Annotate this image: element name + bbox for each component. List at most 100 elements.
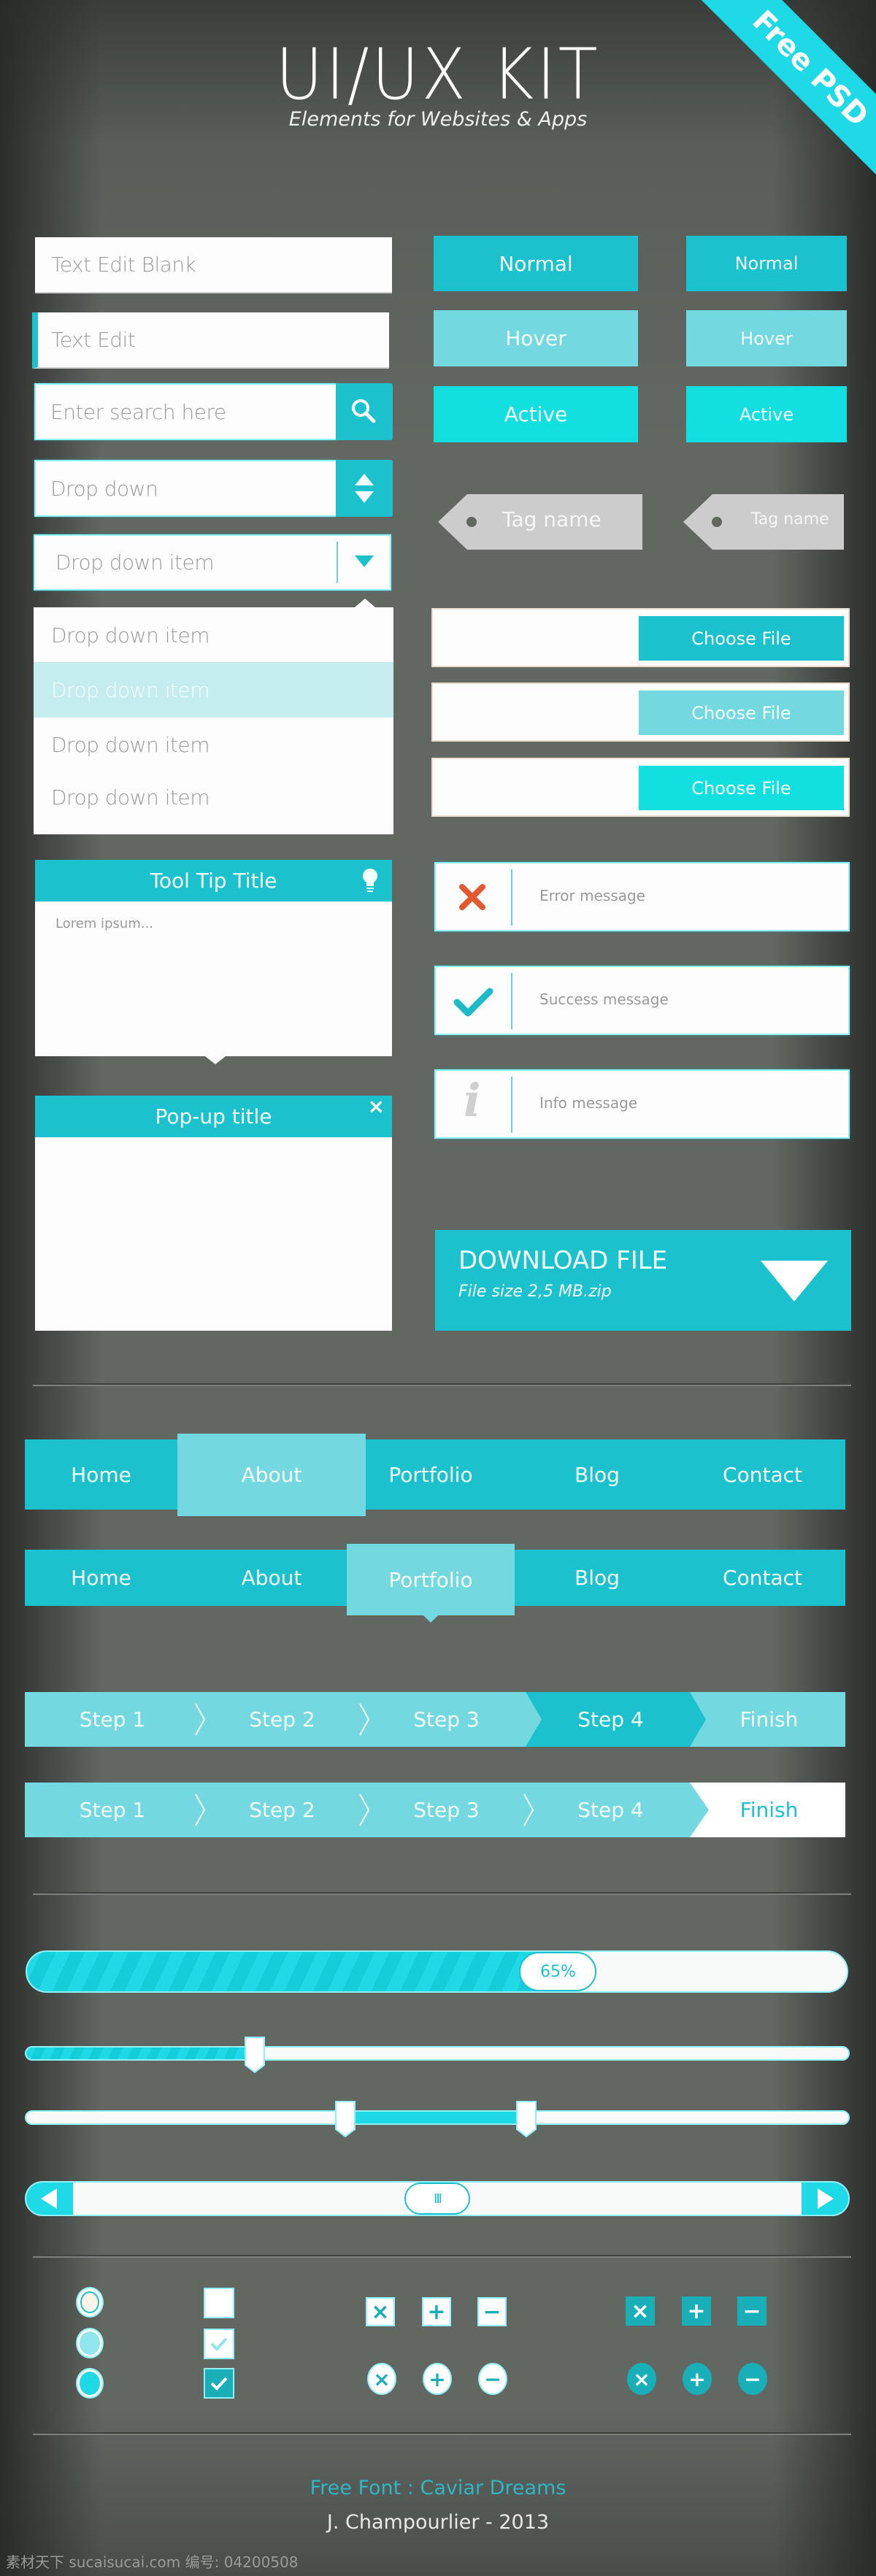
dropdown-list-item[interactable]: Drop down item bbox=[34, 769, 393, 825]
range-slider[interactable] bbox=[25, 2101, 850, 2138]
search-input[interactable]: Enter search here bbox=[34, 383, 337, 440]
tag-label: Tag name bbox=[502, 507, 602, 531]
scroll-thumb-grip: III bbox=[434, 2191, 442, 2207]
plus-square-outline-button[interactable]: + bbox=[422, 2297, 451, 2326]
message-separator bbox=[511, 973, 512, 1029]
arrow-right-icon bbox=[818, 2188, 834, 2209]
error-x-icon bbox=[459, 884, 485, 910]
plus-circle-outline-button[interactable]: + bbox=[423, 2363, 452, 2395]
minus-circle-filled-button[interactable]: − bbox=[738, 2363, 767, 2395]
checkbox-unchecked[interactable] bbox=[204, 2288, 234, 2318]
step-label[interactable]: Step 2 bbox=[203, 1692, 361, 1747]
nav-item-active[interactable]: About bbox=[177, 1434, 366, 1516]
radio-selected[interactable] bbox=[76, 2368, 104, 2399]
nav-item-about[interactable]: About bbox=[177, 1550, 366, 1606]
dropdown-list-item[interactable]: Drop down item bbox=[34, 607, 393, 663]
page-subtitle: Elements for Websites & Apps bbox=[288, 108, 588, 131]
step-label[interactable]: Step 3 bbox=[367, 1692, 526, 1747]
text-edit-field[interactable]: Text Edit bbox=[32, 312, 389, 369]
section-divider bbox=[33, 2255, 851, 2258]
choose-file-button[interactable]: Choose File bbox=[639, 766, 844, 810]
file-input-hover[interactable]: Choose File bbox=[431, 683, 850, 742]
choose-file-button[interactable]: Choose File bbox=[639, 616, 844, 661]
step-label[interactable]: Finish bbox=[696, 1783, 842, 1837]
error-message-box: Error message bbox=[434, 862, 850, 931]
hover-button-large[interactable]: Hover bbox=[434, 310, 638, 366]
lightbulb-icon bbox=[363, 869, 377, 892]
file-input-normal[interactable]: Choose File bbox=[431, 608, 850, 667]
radio-inner bbox=[80, 2372, 100, 2395]
close-icon[interactable]: × bbox=[368, 1094, 385, 1118]
nav-item-contact[interactable]: Contact bbox=[680, 1550, 845, 1606]
active-button-small[interactable]: Active bbox=[686, 386, 847, 442]
active-button-large[interactable]: Active bbox=[434, 386, 638, 442]
normal-button-large[interactable]: Normal bbox=[434, 236, 638, 291]
checkbox-hover-checked[interactable] bbox=[204, 2329, 234, 2359]
horizontal-scrollbar[interactable]: III bbox=[25, 2181, 850, 2216]
minus-square-outline-button[interactable]: − bbox=[477, 2297, 507, 2326]
page-title: UI/UX KIT bbox=[275, 34, 601, 115]
download-arrow-icon bbox=[761, 1261, 828, 1302]
minus-circle-outline-button[interactable]: − bbox=[478, 2363, 507, 2395]
range-slider-thumb-high[interactable] bbox=[515, 2100, 537, 2138]
search-button[interactable] bbox=[336, 383, 393, 440]
progress-badge: 65% bbox=[519, 1952, 597, 1991]
slider[interactable] bbox=[25, 2037, 850, 2074]
close-circle-filled-button[interactable]: × bbox=[627, 2363, 656, 2395]
arrow-left-icon bbox=[41, 2188, 57, 2209]
radio-unselected[interactable] bbox=[76, 2287, 104, 2318]
success-message-box: Success message bbox=[434, 966, 850, 1035]
nav-item-home[interactable]: Home bbox=[25, 1550, 177, 1606]
nav-item-active[interactable]: Portfolio bbox=[347, 1544, 515, 1615]
section-divider bbox=[33, 2432, 851, 2435]
step-label[interactable]: Step 4 bbox=[531, 1783, 690, 1837]
checkbox-checked[interactable] bbox=[204, 2368, 234, 2399]
dropdown-list: Drop down item Drop down item Drop down … bbox=[34, 599, 393, 834]
dropdown-list-pointer bbox=[355, 599, 375, 607]
nav-item-blog[interactable]: Blog bbox=[515, 1550, 680, 1606]
step-label[interactable]: Step 2 bbox=[203, 1783, 361, 1837]
radio-hover[interactable] bbox=[76, 2328, 104, 2358]
nav-item-blog[interactable]: Blog bbox=[515, 1439, 680, 1510]
tooltip-pointer bbox=[205, 1056, 226, 1064]
nav-item-portfolio[interactable]: Portfolio bbox=[347, 1439, 515, 1510]
minus-square-filled-button[interactable]: − bbox=[737, 2296, 766, 2326]
dropdown-select[interactable]: Drop down item bbox=[34, 534, 391, 591]
close-square-outline-button[interactable]: × bbox=[366, 2297, 395, 2326]
text-edit-blank-field[interactable]: Text Edit Blank bbox=[35, 237, 392, 293]
tooltip-title: Tool Tip Title bbox=[150, 869, 277, 893]
tag-large[interactable]: Tag name bbox=[438, 494, 642, 550]
scroll-right-button[interactable] bbox=[802, 2183, 848, 2215]
dropdown-field[interactable]: Drop down bbox=[34, 460, 337, 517]
close-circle-outline-button[interactable]: × bbox=[367, 2363, 396, 2395]
file-input-active[interactable]: Choose File bbox=[431, 758, 850, 817]
hover-button-small[interactable]: Hover bbox=[686, 310, 847, 366]
nav-item-contact[interactable]: Contact bbox=[680, 1439, 845, 1510]
plus-square-filled-button[interactable]: + bbox=[682, 2296, 711, 2326]
slider-thumb[interactable] bbox=[244, 2036, 266, 2074]
scroll-left-button[interactable] bbox=[26, 2183, 73, 2215]
step-label[interactable]: Finish bbox=[696, 1692, 842, 1747]
text-edit-blank-value: Text Edit Blank bbox=[51, 253, 196, 277]
step-label[interactable]: Step 4 bbox=[531, 1692, 690, 1747]
dropdown-list-item[interactable]: Drop down item bbox=[34, 717, 393, 772]
dropdown-spinner[interactable]: Drop down bbox=[34, 460, 393, 517]
nav-item-home[interactable]: Home bbox=[25, 1439, 177, 1510]
dropdown-list-item-highlighted[interactable]: Drop down item bbox=[34, 662, 393, 718]
dropdown-list-item-label: Drop down item bbox=[51, 623, 210, 647]
dropdown-arrows-button[interactable] bbox=[336, 460, 393, 517]
step-label[interactable]: Step 1 bbox=[28, 1783, 197, 1837]
radio-inner bbox=[80, 2291, 99, 2313]
step-label[interactable]: Step 1 bbox=[28, 1692, 197, 1747]
download-file-button[interactable]: DOWNLOAD FILE File size 2,5 MB.zip bbox=[435, 1230, 851, 1331]
popup-title: Pop-up title bbox=[155, 1104, 272, 1129]
range-slider-thumb-low[interactable] bbox=[334, 2100, 356, 2138]
radio-inner bbox=[80, 2331, 100, 2355]
plus-circle-filled-button[interactable]: + bbox=[683, 2363, 712, 2395]
normal-button-small[interactable]: Normal bbox=[686, 236, 847, 291]
step-label[interactable]: Step 3 bbox=[367, 1783, 526, 1837]
close-square-filled-button[interactable]: × bbox=[626, 2296, 655, 2326]
choose-file-button[interactable]: Choose File bbox=[639, 691, 844, 735]
scroll-thumb[interactable]: III bbox=[404, 2183, 470, 2215]
tag-small[interactable]: Tag name bbox=[683, 494, 844, 550]
